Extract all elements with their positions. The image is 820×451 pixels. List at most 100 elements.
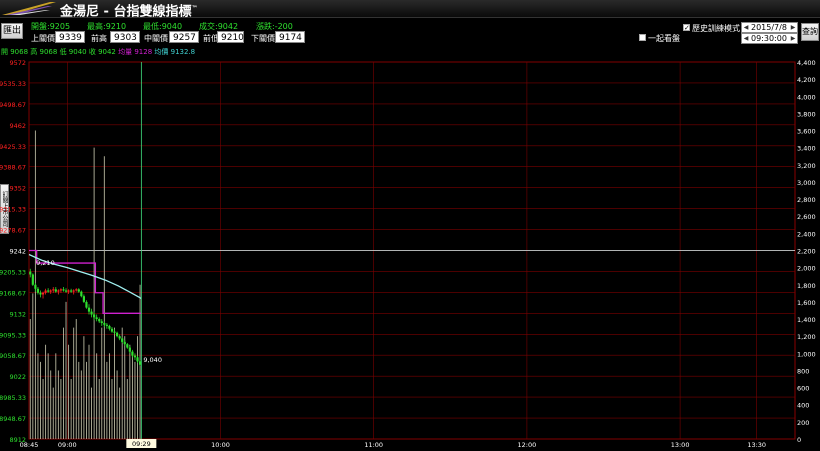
y-left-tick-label: 9132 [9, 310, 26, 318]
legend-high: 高 9068 [30, 48, 58, 56]
y-left-tick-label: 9352 [9, 185, 26, 193]
price-annotation: 9,040 [143, 356, 162, 364]
upper-price-field: 9339 [55, 31, 85, 43]
candle-body [100, 321, 103, 324]
y-left-tick-label: 8948.67 [0, 415, 26, 423]
candle-body [108, 325, 111, 329]
candle-body [115, 332, 119, 337]
average-line [28, 253, 142, 300]
chart-plot-border [28, 61, 796, 440]
y-left-tick-label: 9168.67 [0, 289, 26, 297]
middle-price-field: 9257 [169, 31, 199, 43]
sync-view-label: 一起看盤 [648, 34, 680, 43]
candle-body [85, 301, 88, 308]
volume-bars [29, 130, 141, 439]
candle-body [31, 274, 34, 285]
legend-low: 低 9040 [59, 48, 87, 56]
candle-body [121, 338, 124, 342]
candle-body [105, 324, 108, 326]
y-left-tick-label: 9022 [9, 373, 26, 381]
date-value: 2015/7/8 [751, 23, 787, 32]
x-tick-label: 11:00 [364, 441, 383, 449]
y-left-tick-label: 9242 [9, 248, 26, 256]
candle-body [64, 290, 68, 292]
prev-arrow-icon[interactable]: ◀ [742, 23, 750, 32]
ohlc-legend: 開 9068 高 9068 低 9040 收 9042 均量 9128 均價 9… [1, 47, 195, 57]
candle-body [87, 307, 91, 312]
candle-body [29, 271, 32, 275]
prev-high-field: 9303 [110, 31, 140, 43]
x-tick-label: 13:30 [747, 441, 766, 449]
candle-body [80, 291, 83, 297]
x-tick-label: 09:00 [58, 441, 77, 449]
query-button[interactable]: 查詢 [801, 23, 819, 41]
y-right-tick-label: 4,400 [797, 59, 816, 67]
y-right-tick-label: 1,600 [797, 299, 816, 307]
y-left-tick-label: 8912 [9, 436, 26, 444]
y-right-tick-label: 600 [797, 385, 809, 393]
y-left-tick-label: 9535.33 [0, 80, 26, 88]
y-right-tick-label: 200 [797, 419, 809, 427]
candle-body [103, 323, 106, 325]
candle-body [136, 357, 139, 362]
x-tick-label: 08:45 [20, 441, 39, 449]
y-left-tick-label: 9462 [9, 122, 26, 130]
y-right-tick-label: 3,400 [797, 145, 816, 153]
history-mode-checkbox[interactable]: ✓ [683, 24, 690, 32]
upper-price-label: 上關價 [31, 34, 55, 43]
title-bar: 金湯尼 - 台指雙線指標™ [0, 0, 820, 19]
indicator-lines [28, 62, 142, 439]
next-arrow-icon[interactable]: ▶ [789, 34, 797, 43]
candle-body [72, 290, 75, 292]
y-right-tick-label: 400 [797, 402, 809, 410]
candlestick-series [29, 268, 142, 366]
y-right-tick-label: 2,400 [797, 230, 816, 238]
candle-body [39, 292, 42, 295]
exit-button[interactable]: 匯出 [1, 23, 23, 39]
y-left-tick-label: 9425.33 [0, 143, 26, 151]
x-tick-label: 10:00 [211, 441, 230, 449]
side-subscribe-tab[interactable]: 訂閱上市公司 [0, 184, 9, 234]
y-right-tick-label: 2,200 [797, 248, 816, 256]
prev-arrow-icon[interactable]: ◀ [742, 34, 750, 43]
y-right-tick-label: 3,200 [797, 162, 816, 170]
candle-body [138, 361, 142, 365]
y-left-tick-label: 8985.33 [0, 394, 26, 402]
candle-body [44, 290, 47, 293]
y-right-tick-label: 0 [797, 436, 801, 444]
prev-low-field: 9210 [217, 31, 244, 43]
legend-open: 開 9068 [1, 48, 29, 56]
y-right-tick-label: 1,200 [797, 333, 816, 341]
history-mode-label: 歷史訓練模式 [692, 24, 740, 33]
y-left-tick-label: 9058.67 [0, 352, 26, 360]
cursor-time-label: 09:29 [132, 440, 151, 448]
next-arrow-icon[interactable]: ▶ [789, 23, 797, 32]
y-right-tick-label: 2,800 [797, 196, 816, 204]
price-annotation: 9,210 [36, 259, 55, 267]
y-right-tick-label: 800 [797, 367, 809, 375]
step-line [29, 249, 142, 314]
prev-high-label: 前高 [91, 34, 107, 43]
sync-view-checkbox[interactable] [639, 34, 646, 41]
date-picker[interactable]: ◀ 2015/7/8 ▶ [741, 22, 798, 33]
trademark-mark: ™ [191, 5, 198, 12]
y-right-tick-label: 4,200 [797, 76, 816, 84]
cursor-time-box [126, 439, 157, 448]
candle-body [131, 351, 134, 356]
y-right-tick-label: 3,000 [797, 179, 816, 187]
candle-body [47, 290, 50, 292]
candle-body [118, 336, 121, 339]
chart-annotations: 9,210 9,040 [36, 259, 162, 364]
time-picker[interactable]: ◀ 09:30:00 ▶ [741, 33, 798, 44]
y-left-tick-label: 9388.67 [0, 164, 26, 172]
candle-body [49, 290, 52, 292]
y-right-tick-label: 1,400 [797, 316, 816, 324]
y-right-tick-label: 1,000 [797, 350, 816, 358]
candle-body [133, 355, 137, 358]
candle-body [95, 317, 98, 320]
x-tick-label: 13:00 [671, 441, 690, 449]
candle-body [82, 296, 85, 302]
candle-body [98, 319, 101, 322]
x-tick-label: 12:00 [518, 441, 537, 449]
chart-canvas[interactable]: 9572 9535.33 9498.67 9462 9425.33 9388.67 9352… [0, 0, 820, 451]
